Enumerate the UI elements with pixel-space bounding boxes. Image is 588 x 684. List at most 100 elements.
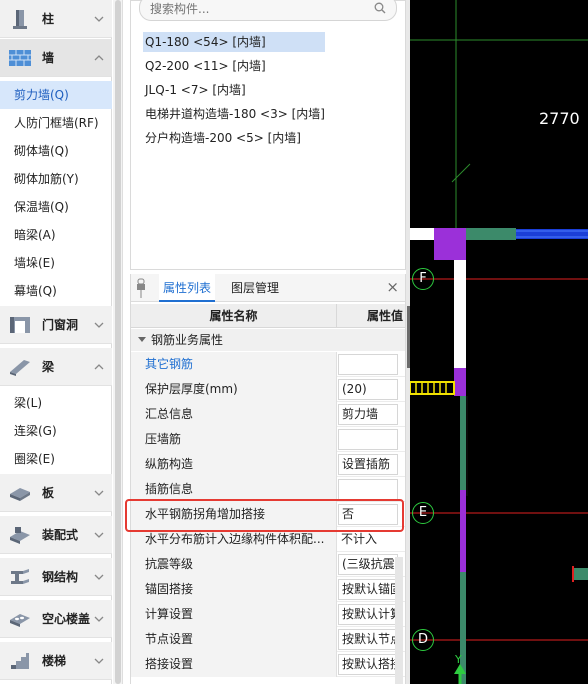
tab-property-list[interactable]: 属性列表 [159,274,216,302]
property-row[interactable]: 压墙筋 [131,427,405,452]
property-value[interactable]: (20) [338,379,398,400]
nav-item-ring-beam[interactable]: 圈梁(E) [0,445,112,473]
nav-item-shear-wall[interactable]: 剪力墙(Q) [0,81,112,109]
property-value-cell[interactable]: 不计入 [337,527,405,552]
property-value[interactable]: (三级抗震) [338,554,398,575]
property-row[interactable]: 其它钢筋 [131,352,405,377]
property-tabs: 属性列表 图层管理 × [131,274,405,302]
nav-scrollbar-thumb[interactable] [115,0,121,684]
chevron-down-icon [94,322,104,328]
component-item[interactable]: 分户构造墙-200 <5> [内墙] [143,128,325,148]
property-value-cell[interactable]: 否 [337,502,405,527]
wall-edge [466,396,468,496]
property-value[interactable]: 否 [338,504,398,525]
nav-category-slab[interactable]: 板 [0,474,112,512]
nav-category-hollow-floor[interactable]: 空心楼盖 [0,600,112,638]
search-box [139,0,397,21]
property-value[interactable]: 按默认节点 [338,629,398,650]
column-block[interactable] [454,368,466,396]
property-value-cell[interactable]: 剪力墙 [337,402,405,427]
property-name: 插筋信息 [131,477,337,502]
property-row[interactable]: 搭接设置 按默认搭接 [131,652,405,677]
property-value[interactable]: 按默认搭接 [338,654,398,675]
component-item[interactable]: Q2-200 <11> [内墙] [143,56,325,76]
property-panel: 属性列表 图层管理 × 属性名称 属性值 钢筋业务属性 其它钢筋 保护层厚度(mm… [130,274,406,684]
property-value[interactable]: 按默认锚固 [338,579,398,600]
property-value[interactable]: 剪力墙 [338,404,398,425]
property-row[interactable]: 插筋信息 [131,477,405,502]
component-list-panel: Q1-180 <54> [内墙] Q2-200 <11> [内墙] JLQ-1 … [130,0,406,270]
column-block[interactable] [434,228,466,260]
nav-category-prefab[interactable]: 装配式 [0,516,112,554]
nav-scrollbar[interactable] [113,0,123,684]
nav-category-column[interactable]: 柱 [0,0,112,38]
property-value-cell[interactable] [337,352,405,377]
property-row[interactable]: 水平钢筋拐角增加搭接否 [131,502,405,527]
nav-category-label: 柱 [42,12,55,26]
property-row[interactable]: 计算设置 按默认计算 [131,602,405,627]
nav-category-steel[interactable]: 钢结构 [0,558,112,596]
property-row[interactable]: 汇总信息 剪力墙 [131,402,405,427]
wall-segment[interactable] [574,568,588,580]
property-name: 保护层厚度(mm) [131,377,337,402]
property-value-cell[interactable] [337,477,405,502]
axis-bubble-e[interactable]: E [412,502,434,524]
nav-item-beam[interactable]: 梁(L) [0,389,112,417]
property-row[interactable]: 纵筋构造 设置插筋 [131,452,405,477]
property-scrollbar[interactable] [395,557,403,684]
nav-category-beam[interactable]: 梁 [0,348,112,386]
property-row[interactable]: 抗震等级 (三级抗震) [131,552,405,577]
wall-segment[interactable] [454,260,466,368]
search-input[interactable] [150,0,360,18]
nav-item-insulation-wall[interactable]: 保温墙(Q) [0,193,112,221]
nav-item-hidden-beam[interactable]: 暗梁(A) [0,221,112,249]
property-group-rebar[interactable]: 钢筋业务属性 [131,329,405,351]
property-value[interactable] [338,479,398,500]
search-icon[interactable] [374,2,386,14]
nav-category-label: 墙 [42,51,55,65]
axis-bubble-d[interactable]: D [412,629,434,651]
beam-icon [6,355,34,379]
nav-category-door-window[interactable]: 门窗洞 [0,306,112,344]
property-value[interactable] [338,354,398,375]
property-value-cell[interactable]: (20) [337,377,405,402]
axis-bubble-f[interactable]: F [412,268,434,290]
property-value[interactable] [338,429,398,450]
dimension-label: 2770 [539,109,580,128]
component-item[interactable]: Q1-180 <54> [内墙] [143,32,325,52]
collapse-triangle-icon[interactable] [138,337,146,342]
wall-segment[interactable] [410,228,434,240]
wall-segment[interactable] [466,228,516,240]
chevron-down-icon [94,532,104,538]
property-value[interactable]: 按默认计算 [338,604,398,625]
property-row[interactable]: 保护层厚度(mm) (20) [131,377,405,402]
property-value-cell[interactable] [337,427,405,452]
nav-item-curtain-wall[interactable]: 幕墙(Q) [0,277,112,305]
property-name: 汇总信息 [131,402,337,427]
chevron-up-icon [94,363,104,369]
nav-category-label: 楼梯 [42,654,67,668]
nav-item-civil-defense-wall[interactable]: 人防门框墙(RF) [0,109,112,137]
property-name[interactable]: 其它钢筋 [131,352,337,377]
property-value-cell[interactable]: 设置插筋 [337,452,405,477]
property-row[interactable]: 水平分布筋计入边缘构件体积配... 不计入 [131,527,405,552]
nav-item-masonry-rebar[interactable]: 砌体加筋(Y) [0,165,112,193]
wall-icon [6,46,34,70]
nav-item-wall-pier[interactable]: 墙垛(E) [0,249,112,277]
nav-category-wall[interactable]: 墙 [0,39,112,77]
property-value[interactable]: 设置插筋 [338,454,398,475]
wall-highlight[interactable] [460,490,466,572]
tab-layer-manager[interactable]: 图层管理 [227,274,283,302]
close-icon[interactable]: × [386,278,399,296]
component-item[interactable]: 电梯井道构造墙-180 <3> [内墙] [143,104,325,124]
property-name: 压墙筋 [131,427,337,452]
nav-item-coupling-beam[interactable]: 连梁(G) [0,417,112,445]
nav-category-stair[interactable]: 楼梯 [0,642,112,680]
property-row[interactable]: 锚固搭接 按默认锚固 [131,577,405,602]
nav-item-masonry-wall[interactable]: 砌体墙(Q) [0,137,112,165]
component-item[interactable]: JLQ-1 <7> [内墙] [143,80,325,100]
lock-icon[interactable] [136,277,146,299]
drawing-canvas[interactable]: 2770 F E D Y [410,0,588,684]
property-row[interactable]: 节点设置 按默认节点 [131,627,405,652]
property-value[interactable]: 不计入 [341,527,401,552]
